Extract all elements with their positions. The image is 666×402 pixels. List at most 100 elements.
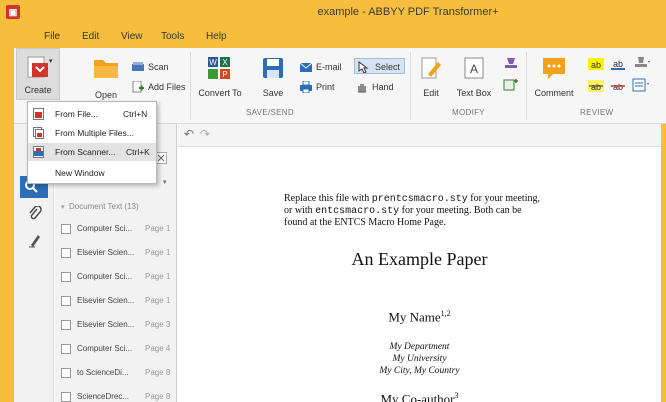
convert-to-button[interactable]: W X P Convert To [196,56,244,98]
create-label: Create [24,85,52,95]
chevron-down-icon[interactable]: ▾ [163,178,167,186]
svg-text:W: W [209,58,217,67]
intro-text: Replace this file with prentcsmacro.sty … [284,193,540,228]
print-button[interactable]: Print [300,80,335,94]
comment-icon [543,58,565,79]
create-button[interactable]: ▾ Create [16,48,60,100]
signature-pen-icon[interactable] [28,232,42,248]
row-checkbox[interactable] [61,320,71,330]
undo-icon[interactable]: ↶ [184,127,194,141]
menu-item-from-multiple-files[interactable]: From Multiple Files... [28,124,156,142]
stamp-icon [505,58,517,68]
select-tool-button[interactable]: Select [354,58,406,74]
stamp-button[interactable] [502,56,520,72]
row-checkbox[interactable] [61,392,71,402]
text-note-icon [632,78,649,92]
author-affiliation: My Department My University My City, My … [379,342,460,376]
floppy-disk-icon [263,58,283,78]
row-title: Computer Sci... [77,272,133,281]
strikeout-text-icon: ab [588,80,604,92]
hand-icon [358,84,366,93]
redo-icon[interactable]: ↷ [200,127,210,141]
menu-item-from-file[interactable]: From File... Ctrl+N [28,105,156,123]
add-files-button[interactable]: Add Files [132,80,186,94]
document-view: ↶ ↷ Replace this file with prentcsmacro.… [178,124,661,402]
strikethrough-text-icon: ab [611,82,625,92]
menu-tools[interactable]: Tools [161,31,184,42]
email-label: E-mail [316,62,342,72]
list-item[interactable]: ScienceDrec... Page 8 [55,386,177,402]
add-image-icon [503,79,518,91]
row-page: Page 8 [145,368,171,377]
pdf-page[interactable]: Replace this file with prentcsmacro.sty … [178,146,661,402]
add-image-button[interactable] [502,78,520,94]
svg-text:A: A [470,62,478,76]
printer-icon [300,81,312,93]
add-files-icon [132,81,144,93]
comment-label: Comment [534,88,574,98]
strikethrough-button[interactable]: ab [610,80,626,94]
title-bar: ▣ example - ABBYY PDF Transformer+ [0,0,666,26]
strikeout-button[interactable]: ab [588,80,604,94]
row-checkbox[interactable] [61,272,71,282]
list-item[interactable]: Elsevier Scien... Page 1 [55,290,177,314]
highlight-text-icon: ab [588,58,604,70]
scan-button[interactable]: Scan [132,60,169,74]
stamp-review-icon [635,57,650,67]
menu-edit[interactable]: Edit [82,31,99,42]
chevron-down-icon: ▾ [49,58,53,65]
text-box-button[interactable]: A Text Box [454,56,494,98]
convert-to-label: Convert To [198,88,242,98]
list-item[interactable]: Computer Sci... Page 1 [55,266,177,290]
list-item[interactable]: Elsevier Scien... Page 1 [55,242,177,266]
save-button[interactable]: Save [258,56,288,98]
open-label: Open [94,90,118,100]
save-label: Save [262,88,284,98]
svg-text:ab: ab [591,60,601,70]
multiple-files-icon [33,127,44,139]
row-checkbox[interactable] [61,248,71,258]
list-item[interactable]: Elsevier Scien... Page 3 [55,314,177,338]
group-label-review: REVIEW [580,108,614,117]
row-title: to ScienceDi... [77,368,129,377]
open-button[interactable]: Open [88,54,124,100]
row-checkbox[interactable] [61,296,71,306]
window-title: example - ABBYY PDF Transformer+ [317,6,499,18]
menu-help[interactable]: Help [206,31,227,42]
list-item[interactable]: Computer Sci... Page 4 [55,338,177,362]
highlight-button[interactable]: ab [588,58,604,72]
create-dropdown-menu: From File... Ctrl+N From Multiple Files.… [27,101,157,184]
paperclip-icon[interactable] [28,206,42,222]
hand-tool-button[interactable]: Hand [356,80,394,94]
cursor-icon [358,61,369,73]
menu-file[interactable]: File [44,31,60,42]
row-page: Page 8 [145,392,171,401]
panel-section-header[interactable]: ▾ Document Text (13) [61,202,139,211]
pdf-file-icon [33,108,44,120]
menu-item-new-window[interactable]: New Window [28,164,156,182]
menu-bar: File Edit View Tools Help [0,26,666,48]
row-title: Elsevier Scien... [77,320,135,329]
document-text-count: Document Text (13) [68,202,139,211]
row-checkbox[interactable] [61,368,71,378]
comment-button[interactable]: Comment [532,56,576,98]
menu-item-from-scanner[interactable]: From Scanner... Ctrl+K [28,143,156,161]
author-name: My Name1,2 [388,309,451,325]
email-icon [300,62,312,72]
coauthor-name: My Co-author3 [380,391,459,402]
text-note-button[interactable] [630,78,652,94]
row-checkbox[interactable] [61,344,71,354]
ribbon-divider [526,52,527,120]
row-title: Computer Sci... [77,224,133,233]
list-item[interactable]: Computer Sci... Page 1 [55,218,177,242]
email-button[interactable]: E-mail [300,60,342,74]
row-checkbox[interactable] [61,224,71,234]
scanner-icon [132,62,144,71]
edit-button[interactable]: Edit [416,56,446,98]
document-toolbar: ↶ ↷ [178,124,661,146]
list-item[interactable]: to ScienceDi... Page 8 [55,362,177,386]
row-title: Elsevier Scien... [77,248,135,257]
menu-view[interactable]: View [121,31,143,42]
stamp-review-button[interactable] [630,56,652,72]
underline-button[interactable]: ab [610,58,626,72]
